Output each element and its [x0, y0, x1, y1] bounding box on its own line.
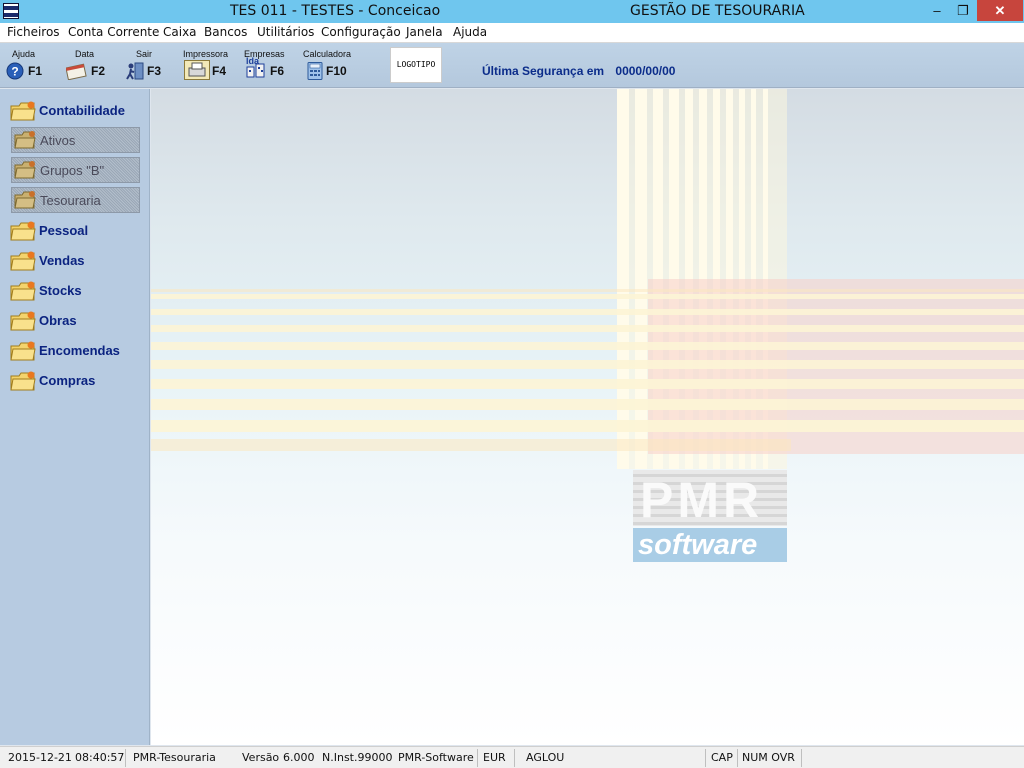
calculator-key: F10: [326, 64, 347, 78]
menu-bar: Ficheiros Conta Corrente Caixa Bancos Ut…: [0, 23, 1024, 43]
menu-ajuda[interactable]: Ajuda: [453, 25, 487, 39]
status-divider: [801, 749, 802, 767]
status-vendor: PMR-Software: [398, 751, 474, 764]
menu-janela[interactable]: Janela: [406, 25, 443, 39]
toolbar: Ajuda ? F1 Data F2 Sair F3 Impressora F4…: [0, 43, 1024, 88]
status-divider: [125, 749, 126, 767]
exit-key: F3: [147, 64, 162, 78]
restore-button[interactable]: ❐: [950, 0, 976, 21]
printer-button[interactable]: Impressora F4: [182, 45, 232, 85]
sidebar-item-grupos-b[interactable]: Grupos "B": [11, 157, 140, 183]
date-caption: Data: [75, 49, 95, 59]
status-version: 6.000: [283, 751, 315, 764]
help-caption: Ajuda: [12, 49, 36, 59]
status-caps-lock: CAP: [711, 751, 733, 764]
module-sidebar: Contabilidade Ativos Grupos "B" Tesourar…: [0, 89, 150, 745]
status-num-ovr: NUM OVR: [742, 751, 795, 764]
sidebar-item-label: Compras: [39, 373, 96, 388]
menu-caixa[interactable]: Caixa: [163, 25, 197, 39]
help-key: F1: [28, 64, 43, 78]
window-title: TES 011 - TESTES - Conceicao: [230, 3, 441, 19]
workspace: PMR software: [151, 89, 1024, 745]
last-backup-label: Última Segurança em: [482, 64, 605, 78]
help-icon: ?: [6, 62, 24, 80]
last-backup-info: Última Segurança em 0000/00/00: [482, 64, 683, 78]
folder-icon: [10, 251, 36, 271]
sidebar-item-label: Grupos "B": [40, 163, 105, 178]
pmr-brand-text: PMR: [640, 472, 764, 528]
folder-icon: [10, 281, 36, 301]
sidebar-item-obras[interactable]: Obras: [10, 308, 150, 334]
sidebar-item-label: Contabilidade: [39, 103, 125, 118]
menu-bancos[interactable]: Bancos: [204, 25, 247, 39]
folder-icon: [10, 101, 36, 121]
sidebar-item-pessoal[interactable]: Pessoal: [10, 218, 150, 244]
folder-icon: [10, 221, 36, 241]
folder-icon: [10, 371, 36, 391]
svg-text:?: ?: [11, 65, 18, 79]
companies-icon-text: lda: [246, 56, 260, 66]
menu-ficheiros[interactable]: Ficheiros: [7, 25, 60, 39]
sidebar-item-label: Vendas: [39, 253, 85, 268]
companies-key: F6: [270, 64, 285, 78]
calendar-icon: [66, 63, 87, 80]
calculator-button[interactable]: Calculadora F10: [303, 45, 359, 85]
folder-icon: [10, 311, 36, 331]
folder-icon: [14, 161, 36, 179]
title-bar: TES 011 - TESTES - Conceicao GESTÃO DE T…: [0, 0, 1024, 23]
software-brand-text: software: [638, 529, 758, 561]
printer-key: F4: [212, 64, 227, 78]
menu-configuracao[interactable]: Configuração: [321, 25, 401, 39]
companies-button[interactable]: Empresas lda F6: [243, 45, 293, 85]
date-key: F2: [91, 64, 106, 78]
sidebar-item-tesouraria[interactable]: Tesouraria: [11, 187, 140, 213]
calculator-icon: [307, 62, 323, 80]
printer-caption: Impressora: [183, 49, 229, 59]
minimize-button[interactable]: –: [922, 0, 952, 21]
printer-icon: [184, 60, 210, 80]
status-date: 2015-12-21: [8, 751, 72, 764]
sidebar-item-compras[interactable]: Compras: [10, 368, 150, 394]
status-bar: 2015-12-21 08:40:57 PMR-Tesouraria Versã…: [0, 746, 1024, 768]
sidebar-item-label: Encomendas: [39, 343, 120, 358]
sidebar-item-label: Obras: [39, 313, 77, 328]
sidebar-item-label: Tesouraria: [40, 193, 101, 208]
status-user: AGLOU: [526, 751, 565, 764]
status-installation: N.Inst.99000: [322, 751, 393, 764]
status-divider: [477, 749, 478, 767]
module-title: GESTÃO DE TESOURARIA: [630, 3, 805, 19]
sidebar-item-ativos[interactable]: Ativos: [11, 127, 140, 153]
status-app: PMR-Tesouraria: [133, 751, 216, 764]
app-icon[interactable]: [3, 3, 19, 19]
calculator-caption: Calculadora: [303, 49, 352, 59]
close-button[interactable]: ✕: [977, 0, 1023, 21]
menu-conta-corrente[interactable]: Conta Corrente: [68, 25, 159, 39]
sidebar-item-label: Pessoal: [39, 223, 89, 238]
folder-icon: [14, 191, 36, 209]
status-divider: [737, 749, 738, 767]
help-button[interactable]: Ajuda ? F1: [6, 45, 50, 85]
sidebar-item-vendas[interactable]: Vendas: [10, 248, 150, 274]
status-time: 08:40:57: [75, 751, 125, 764]
date-button[interactable]: Data F2: [66, 45, 110, 85]
sidebar-item-contabilidade[interactable]: Contabilidade: [10, 98, 150, 124]
status-divider: [705, 749, 706, 767]
last-backup-date: 0000/00/00: [615, 64, 676, 78]
logo-placeholder: LOGOTIPO: [390, 47, 442, 83]
sidebar-item-stocks[interactable]: Stocks: [10, 278, 150, 304]
exit-button[interactable]: Sair F3: [125, 45, 167, 85]
menu-utilitarios[interactable]: Utilitários: [257, 25, 314, 39]
sidebar-item-label: Stocks: [39, 283, 82, 298]
status-version-label: Versão: [242, 751, 280, 764]
status-currency: EUR: [483, 751, 506, 764]
status-divider: [514, 749, 515, 767]
pmr-background-graphic: [151, 89, 1024, 562]
exit-caption: Sair: [136, 49, 153, 59]
folder-icon: [14, 131, 36, 149]
sidebar-item-label: Ativos: [40, 133, 76, 148]
exit-icon: [126, 62, 144, 80]
folder-icon: [10, 341, 36, 361]
sidebar-item-encomendas[interactable]: Encomendas: [10, 338, 150, 364]
